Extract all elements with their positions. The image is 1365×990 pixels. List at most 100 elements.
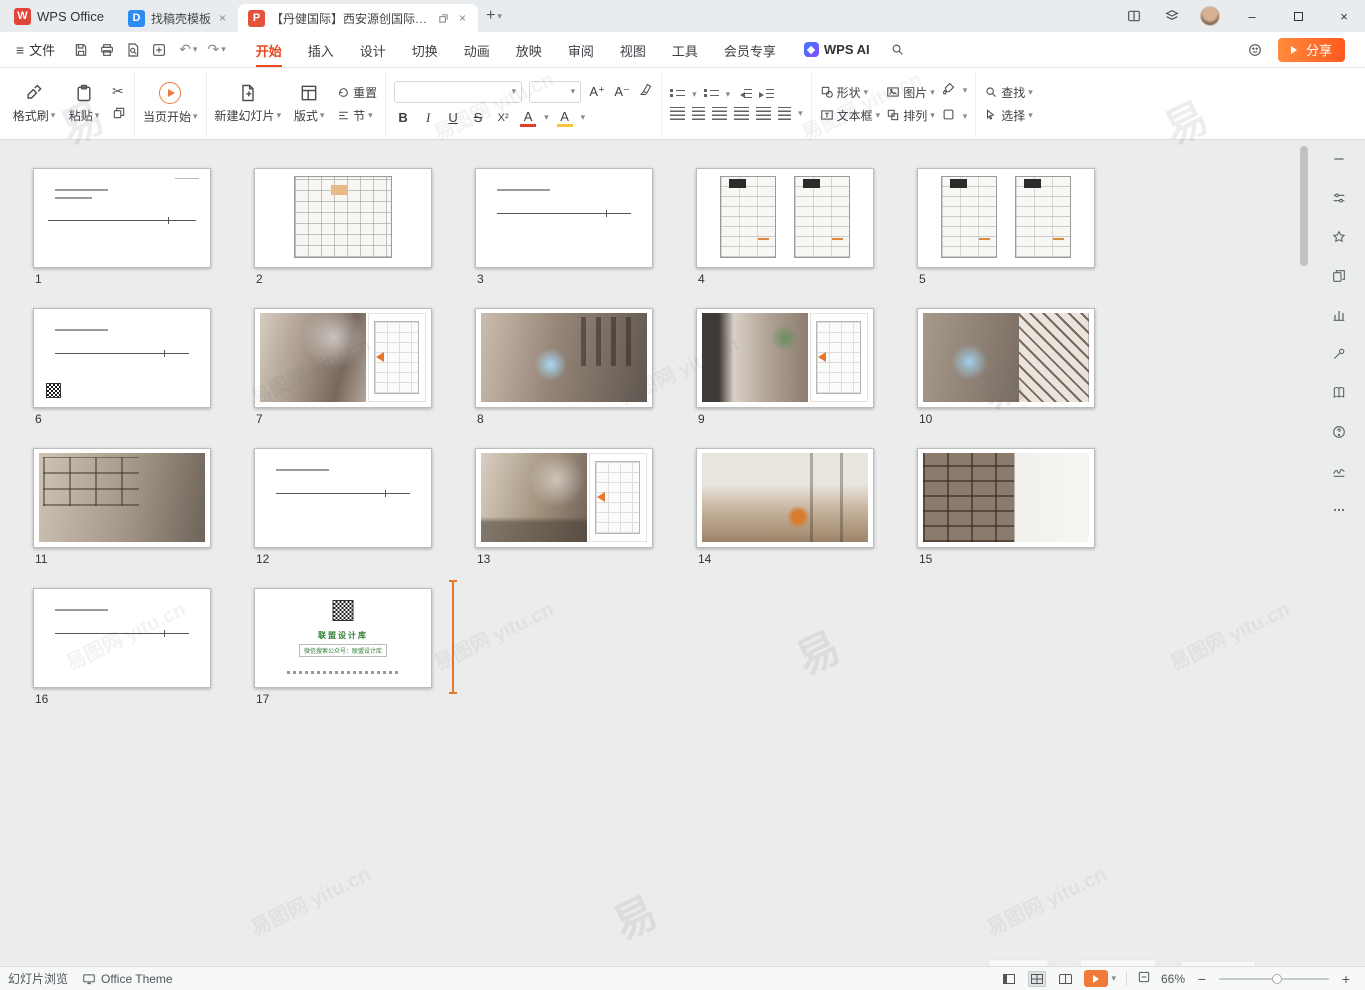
paste-button[interactable]: 粘贴▾: [62, 74, 106, 134]
fill-color-icon[interactable]: [941, 81, 956, 101]
new-slide-button[interactable]: 新建幻灯片▾: [215, 74, 282, 134]
ribbon-tab-10[interactable]: 会员专享: [712, 33, 788, 67]
strikethrough-button[interactable]: S: [469, 110, 487, 125]
increase-indent-icon[interactable]: [759, 88, 774, 101]
slide-thumbnail-image[interactable]: [254, 168, 432, 268]
save-icon[interactable]: [73, 42, 89, 58]
align-right-icon[interactable]: [712, 107, 727, 120]
textbox-button[interactable]: 文本框▾: [820, 107, 881, 124]
skin-settings-icon[interactable]: [1155, 0, 1189, 32]
cut-icon[interactable]: ✂: [112, 83, 126, 100]
reset-button[interactable]: 重置: [337, 84, 377, 101]
slide-thumbnail[interactable]: 10: [917, 308, 1095, 426]
slide-sorter-area[interactable]: 易图网 1 2 3 4 5 6 7 8 9 10 11 12 13: [0, 140, 1365, 966]
tools-icon[interactable]: [1330, 345, 1348, 363]
undo-icon[interactable]: ↶: [179, 41, 191, 58]
slide-thumbnail[interactable]: 12: [254, 448, 432, 566]
italic-button[interactable]: I: [419, 110, 437, 126]
slide-thumbnail[interactable]: 6: [33, 308, 211, 426]
doc-tab-docer[interactable]: D 找稿壳模板 ×: [118, 4, 238, 32]
slide-thumbnail[interactable]: 14: [696, 448, 874, 566]
new-tab-button[interactable]: +: [486, 7, 495, 25]
close-tab-icon[interactable]: ×: [457, 11, 468, 25]
reading-view-button[interactable]: [1056, 971, 1074, 987]
search-icon[interactable]: [886, 34, 910, 66]
tab-list-caret-icon[interactable]: ▾: [497, 11, 502, 22]
increase-font-icon[interactable]: A⁺: [588, 84, 606, 100]
account-avatar[interactable]: [1193, 0, 1227, 32]
file-menu-button[interactable]: ≡ 文件: [10, 40, 61, 59]
select-button[interactable]: 选择▾: [984, 107, 1033, 124]
wps-home-tab[interactable]: W WPS Office: [0, 0, 118, 32]
underline-button[interactable]: U: [444, 110, 462, 125]
section-button[interactable]: 节▾: [337, 107, 377, 124]
decrease-font-icon[interactable]: A⁻: [613, 84, 631, 100]
slide-thumbnail[interactable]: 4: [696, 168, 874, 286]
shapes-button[interactable]: 形状▾: [820, 84, 869, 101]
signature-icon[interactable]: [1330, 462, 1348, 480]
doc-tab-presentation[interactable]: P 【丹健国际】西安源创国际LO... ×: [238, 4, 478, 32]
ribbon-tab-4[interactable]: 切换: [400, 33, 450, 67]
more-options-icon[interactable]: [1330, 501, 1348, 519]
slide-thumbnail[interactable]: 9: [696, 308, 874, 426]
redo-icon[interactable]: ↷: [207, 41, 219, 58]
slide-thumbnail[interactable]: 5: [917, 168, 1095, 286]
theme-indicator[interactable]: Office Theme: [82, 972, 173, 986]
normal-view-button[interactable]: [1000, 971, 1018, 987]
maximize-button[interactable]: [1277, 0, 1319, 32]
zoom-out-button[interactable]: −: [1195, 971, 1209, 987]
ribbon-tab-8[interactable]: 视图: [608, 33, 658, 67]
zoom-slider[interactable]: [1219, 978, 1329, 980]
slide-thumbnail-image[interactable]: [696, 168, 874, 268]
print-preview-icon[interactable]: [125, 42, 141, 58]
clear-format-icon[interactable]: [638, 82, 653, 102]
share-button[interactable]: 分享: [1278, 38, 1345, 62]
slide-thumbnail-image[interactable]: [33, 448, 211, 548]
arrange-button[interactable]: 排列▾: [886, 107, 935, 124]
font-color-button[interactable]: A: [519, 109, 537, 127]
ribbon-tab-1[interactable]: 开始: [244, 33, 294, 67]
slide-thumbnail-image[interactable]: [254, 308, 432, 408]
format-painter-button[interactable]: 格式刷▾: [12, 74, 56, 134]
slide-thumbnail[interactable]: 11: [33, 448, 211, 566]
slideshow-caret-icon[interactable]: ▾: [1111, 973, 1116, 984]
copy-icon[interactable]: [112, 106, 126, 125]
ribbon-tab-6[interactable]: 放映: [504, 33, 554, 67]
slide-thumbnail-image[interactable]: [917, 308, 1095, 408]
wps-ai-button[interactable]: WPS AI: [796, 42, 878, 57]
font-color-caret-icon[interactable]: ▾: [544, 112, 549, 123]
font-size-select[interactable]: ▾: [529, 81, 581, 103]
decrease-indent-icon[interactable]: [737, 88, 752, 101]
highlight-caret-icon[interactable]: ▾: [581, 112, 586, 123]
slide-thumbnail-image[interactable]: [254, 448, 432, 548]
slide-thumbnail[interactable]: 7: [254, 308, 432, 426]
zoom-in-button[interactable]: +: [1339, 971, 1353, 987]
feedback-smiley-icon[interactable]: [1244, 34, 1266, 66]
ribbon-tab-2[interactable]: 插入: [296, 33, 346, 67]
vertical-scrollbar[interactable]: [1299, 142, 1309, 964]
font-name-select[interactable]: ▾: [394, 81, 522, 103]
slide-thumbnail-image[interactable]: [475, 308, 653, 408]
play-from-current-button[interactable]: 当页开始▾: [143, 74, 198, 134]
output-icon[interactable]: [151, 42, 167, 58]
split-window-icon[interactable]: [1117, 0, 1151, 32]
popout-tab-icon[interactable]: [436, 2, 451, 34]
slide-thumbnail-image[interactable]: [917, 168, 1095, 268]
close-window-button[interactable]: ×: [1323, 0, 1365, 32]
undo-caret-icon[interactable]: ▾: [193, 44, 198, 55]
slide-thumbnail[interactable]: 3: [475, 168, 653, 286]
ribbon-tab-5[interactable]: 动画: [452, 33, 502, 67]
slide-thumbnail[interactable]: 联盟设计库微信搜索公众号：联盟设计库 17: [254, 588, 432, 706]
picture-button[interactable]: 图片▾: [886, 84, 935, 101]
collapse-pane-icon[interactable]: [1330, 150, 1348, 168]
slide-thumbnail-image[interactable]: [33, 588, 211, 688]
numbered-list-icon[interactable]: [704, 88, 719, 101]
outline-color-icon[interactable]: [941, 107, 956, 127]
slide-thumbnail[interactable]: 8: [475, 308, 653, 426]
help-icon[interactable]: [1330, 423, 1348, 441]
superscript-button[interactable]: X²: [494, 112, 512, 124]
slide-sorter-view-button[interactable]: [1028, 971, 1046, 987]
align-left-icon[interactable]: [670, 107, 685, 120]
copy-style-icon[interactable]: [1330, 267, 1348, 285]
find-button[interactable]: 查找▾: [984, 84, 1033, 101]
